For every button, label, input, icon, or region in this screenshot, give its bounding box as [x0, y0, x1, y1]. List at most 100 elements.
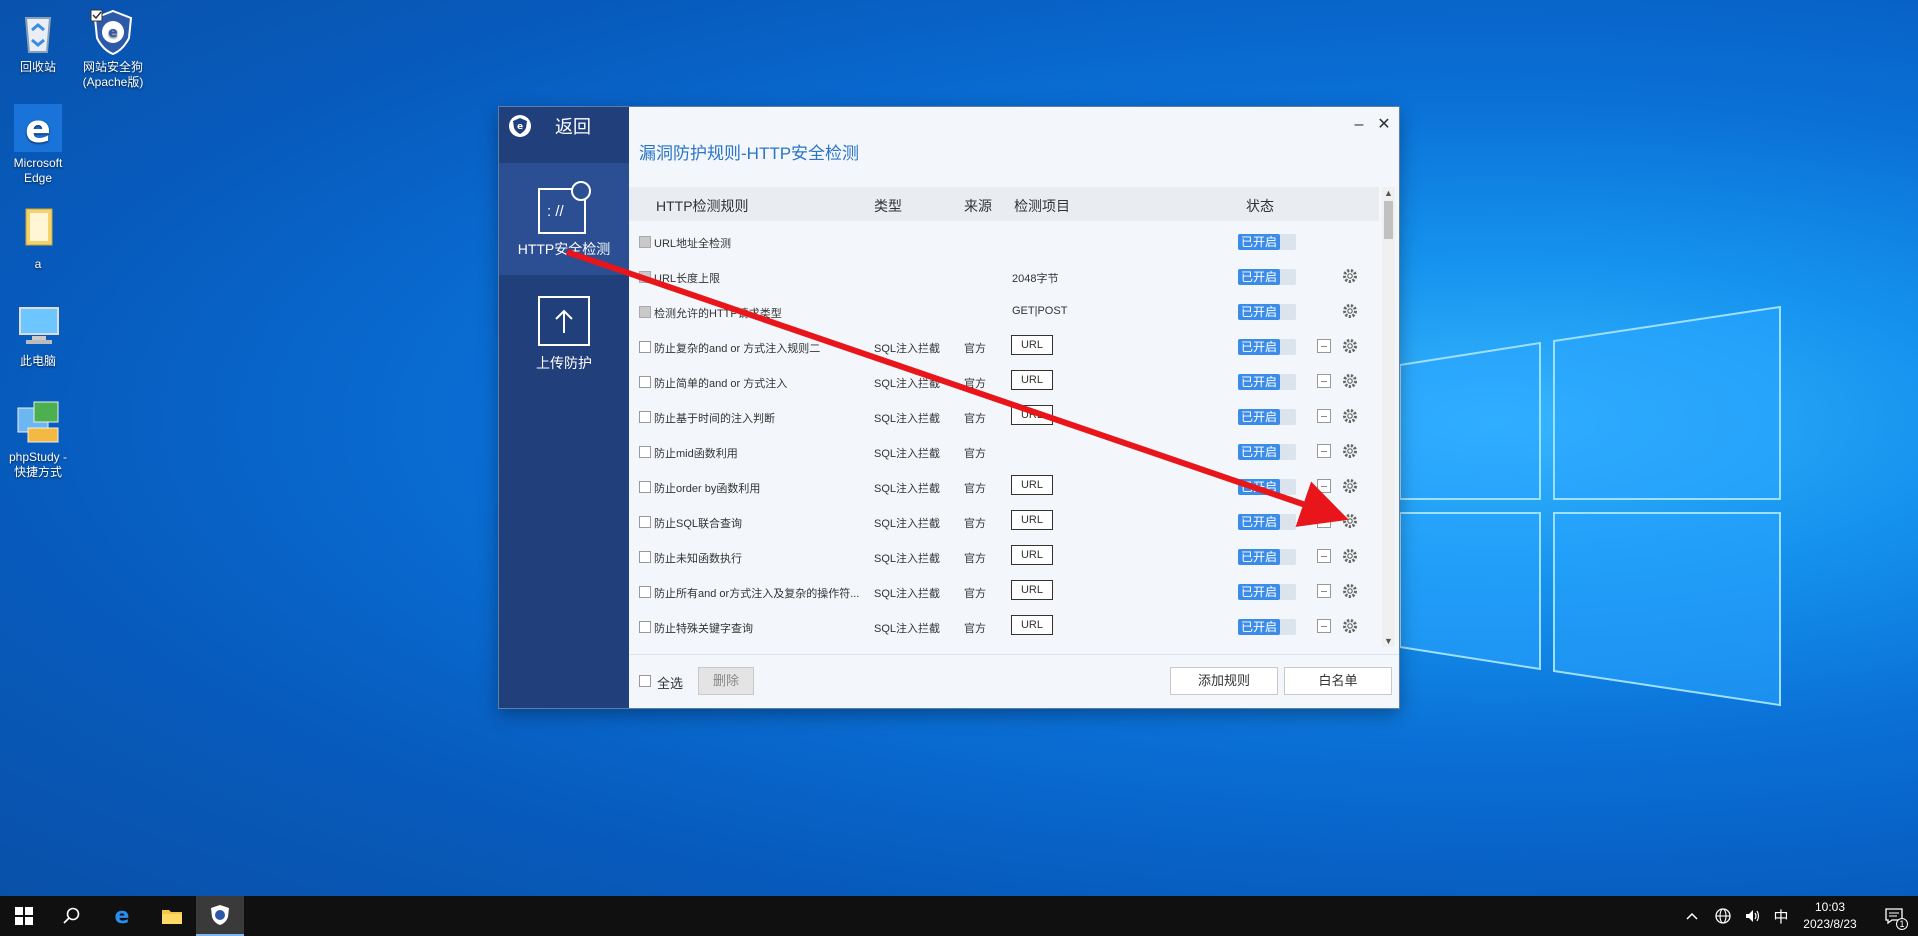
- status-toggle[interactable]: 已开启: [1238, 514, 1296, 530]
- phpstudy-icon: [14, 398, 62, 446]
- disable-rule-button[interactable]: [1317, 549, 1331, 563]
- taskbar: e 中 10:03 2023/8/23 1: [0, 896, 1918, 936]
- table-row[interactable]: 防止复杂的and or 方式注入规则二 SQL注入拦截 官方 URL 已开启: [629, 329, 1379, 364]
- status-label: 已开启: [1238, 234, 1280, 250]
- gear-icon[interactable]: [1341, 477, 1359, 495]
- gear-icon[interactable]: [1341, 407, 1359, 425]
- status-label: 已开启: [1238, 479, 1280, 495]
- row-checkbox[interactable]: [639, 481, 651, 493]
- desktop-icon-this-pc[interactable]: 此电脑: [0, 302, 81, 369]
- status-toggle[interactable]: 已开启: [1238, 584, 1296, 600]
- row-checkbox[interactable]: [639, 621, 651, 633]
- status-toggle[interactable]: 已开启: [1238, 374, 1296, 390]
- taskbar-file-explorer[interactable]: [148, 896, 196, 936]
- volume-tray[interactable]: [1740, 896, 1766, 936]
- row-checkbox[interactable]: [639, 306, 651, 318]
- select-all-checkbox[interactable]: [639, 675, 651, 687]
- disable-rule-button[interactable]: [1317, 374, 1331, 388]
- table-row[interactable]: URL地址全检测 已开启: [629, 224, 1379, 259]
- sidebar-item-http[interactable]: : // HTTP安全检测: [499, 163, 629, 275]
- status-toggle[interactable]: 已开启: [1238, 444, 1296, 460]
- rule-source: 官方: [964, 518, 986, 530]
- row-checkbox[interactable]: [639, 516, 651, 528]
- row-checkbox[interactable]: [639, 446, 651, 458]
- row-checkbox[interactable]: [639, 341, 651, 353]
- table-scrollbar[interactable]: ▲ ▼: [1382, 187, 1395, 647]
- row-checkbox[interactable]: [639, 551, 651, 563]
- header-item: 检测项目: [1014, 198, 1070, 214]
- status-toggle[interactable]: 已开启: [1238, 304, 1296, 320]
- table-header: HTTP检测规则 类型 来源 检测项目 状态: [629, 187, 1379, 221]
- sidebar-item-upload[interactable]: 上传防护: [499, 283, 629, 383]
- notification-center[interactable]: 1: [1874, 896, 1914, 936]
- gear-icon[interactable]: [1341, 372, 1359, 390]
- status-toggle[interactable]: 已开启: [1238, 549, 1296, 565]
- table-row[interactable]: URL长度上限 2048字节 已开启: [629, 259, 1379, 294]
- table-row[interactable]: 检测允许的HTTP请求类型 GET|POST 已开启: [629, 294, 1379, 329]
- disable-rule-button[interactable]: [1317, 584, 1331, 598]
- header-status: 状态: [1246, 198, 1274, 214]
- disable-rule-button[interactable]: [1317, 619, 1331, 633]
- row-checkbox[interactable]: [639, 411, 651, 423]
- chevron-up-icon: [1686, 912, 1698, 920]
- safedog-shield-icon: e: [89, 8, 137, 56]
- status-toggle[interactable]: 已开启: [1238, 409, 1296, 425]
- table-row[interactable]: 防止基于时间的注入判断 SQL注入拦截 官方 URL 已开启: [629, 399, 1379, 434]
- minimize-button[interactable]: –: [1349, 115, 1369, 135]
- back-button[interactable]: e 返回: [499, 107, 629, 145]
- status-toggle[interactable]: 已开启: [1238, 339, 1296, 355]
- desktop-icon-file-a[interactable]: a: [0, 205, 81, 272]
- table-row[interactable]: 防止简单的and or 方式注入 SQL注入拦截 官方 URL 已开启: [629, 364, 1379, 399]
- row-checkbox[interactable]: [639, 236, 651, 248]
- status-toggle[interactable]: 已开启: [1238, 619, 1296, 635]
- close-button[interactable]: ✕: [1374, 115, 1394, 135]
- taskbar-edge[interactable]: e: [98, 896, 146, 936]
- disable-rule-button[interactable]: [1317, 409, 1331, 423]
- desktop-icon-phpstudy[interactable]: phpStudy - 快捷方式: [0, 398, 81, 480]
- gear-icon[interactable]: [1341, 512, 1359, 530]
- gear-icon[interactable]: [1341, 302, 1359, 320]
- scroll-up-icon[interactable]: ▲: [1382, 187, 1395, 199]
- gear-icon[interactable]: [1341, 547, 1359, 565]
- whitelist-button[interactable]: 白名单: [1284, 667, 1392, 695]
- disable-rule-button[interactable]: [1317, 339, 1331, 353]
- taskbar-safedog[interactable]: [196, 896, 244, 936]
- status-toggle[interactable]: 已开启: [1238, 234, 1296, 250]
- scroll-thumb[interactable]: [1384, 201, 1393, 239]
- table-row[interactable]: 防止SQL联合查询 SQL注入拦截 官方 URL 已开启: [629, 504, 1379, 539]
- desktop-icon-edge[interactable]: e Microsoft Edge: [0, 104, 81, 186]
- table-row[interactable]: 防止mid函数利用 SQL注入拦截 官方 已开启: [629, 434, 1379, 469]
- add-rule-button[interactable]: 添加规则: [1170, 667, 1278, 695]
- table-row[interactable]: 防止order by函数利用 SQL注入拦截 官方 URL 已开启: [629, 469, 1379, 504]
- row-checkbox[interactable]: [639, 271, 651, 283]
- clock[interactable]: 10:03 2023/8/23: [1790, 899, 1870, 933]
- disable-rule-button[interactable]: [1317, 444, 1331, 458]
- start-button[interactable]: [0, 896, 48, 936]
- rule-type: SQL注入拦截: [874, 623, 941, 635]
- search-button[interactable]: [48, 896, 96, 936]
- table-row[interactable]: 防止特殊关键字查询 SQL注入拦截 官方 URL 已开启: [629, 609, 1379, 644]
- disable-rule-button[interactable]: [1317, 514, 1331, 528]
- status-toggle[interactable]: 已开启: [1238, 269, 1296, 285]
- gear-icon[interactable]: [1341, 442, 1359, 460]
- scroll-down-icon[interactable]: ▼: [1382, 635, 1395, 647]
- gear-icon[interactable]: [1341, 337, 1359, 355]
- gear-icon[interactable]: [1341, 617, 1359, 635]
- desktop-icon-recycle-bin[interactable]: 回收站: [0, 8, 81, 75]
- status-toggle[interactable]: 已开启: [1238, 479, 1296, 495]
- back-label: 返回: [555, 117, 591, 137]
- row-checkbox[interactable]: [639, 586, 651, 598]
- gear-icon[interactable]: [1341, 582, 1359, 600]
- delete-button[interactable]: 删除: [698, 667, 754, 695]
- table-row[interactable]: 防止未知函数执行 SQL注入拦截 官方 URL 已开启: [629, 539, 1379, 574]
- status-label: 已开启: [1238, 549, 1280, 565]
- sidebar-item-label: HTTP安全检测: [517, 241, 611, 257]
- rule-source: 官方: [964, 378, 986, 390]
- gear-icon[interactable]: [1341, 267, 1359, 285]
- table-row[interactable]: 防止所有and or方式注入及复杂的操作符... SQL注入拦截 官方 URL 已开启: [629, 574, 1379, 609]
- network-tray[interactable]: [1710, 896, 1736, 936]
- show-hidden-icons[interactable]: [1680, 896, 1704, 936]
- row-checkbox[interactable]: [639, 376, 651, 388]
- disable-rule-button[interactable]: [1317, 479, 1331, 493]
- desktop-icon-safedog[interactable]: e 网站安全狗 (Apache版): [70, 8, 156, 90]
